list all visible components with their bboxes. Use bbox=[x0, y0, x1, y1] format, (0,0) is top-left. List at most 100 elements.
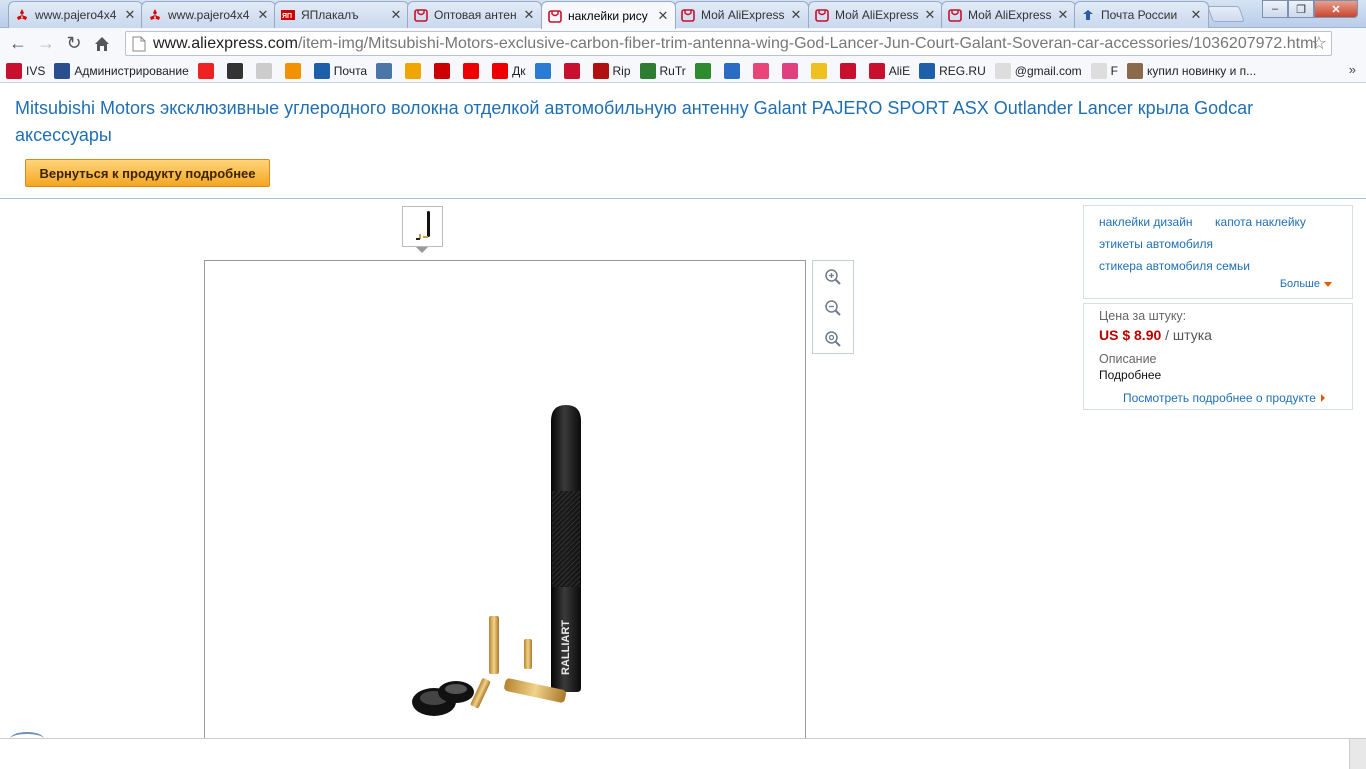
bookmark-item[interactable] bbox=[752, 62, 773, 79]
bookmark-item[interactable] bbox=[197, 62, 218, 79]
new-tab-button[interactable] bbox=[1207, 6, 1245, 22]
bookmark-star-icon[interactable]: ☆ bbox=[1311, 33, 1327, 54]
tab[interactable]: ЯП ЯПлакалъ ✕ bbox=[274, 1, 409, 28]
bookmark-item[interactable] bbox=[434, 62, 454, 79]
bookmark-item[interactable] bbox=[255, 62, 276, 79]
bookmark-item[interactable] bbox=[810, 62, 831, 79]
bookmark-item[interactable] bbox=[534, 62, 555, 79]
reload-icon[interactable]: ↻ bbox=[60, 30, 88, 58]
zoom-reset-icon[interactable] bbox=[813, 323, 853, 354]
view-product-details-link[interactable]: Посмотреть подробнее о продукте bbox=[1123, 391, 1325, 405]
mitsubishi-icon bbox=[148, 8, 162, 22]
bookmark-item[interactable]: Rip bbox=[592, 62, 631, 79]
bookmark-item[interactable] bbox=[694, 62, 715, 79]
tab[interactable]: наклейки рису ✕ bbox=[541, 1, 676, 29]
tab-close-icon[interactable]: ✕ bbox=[924, 7, 936, 23]
bookmark-favicon-icon bbox=[434, 62, 451, 79]
bookmark-item[interactable] bbox=[839, 62, 860, 79]
bookmark-item[interactable] bbox=[405, 62, 425, 79]
bookmark-item[interactable]: Дк bbox=[492, 62, 526, 79]
svg-text:ЯП: ЯП bbox=[282, 13, 292, 20]
restore-button[interactable]: ❐ bbox=[1288, 0, 1314, 18]
bookmark-favicon-icon bbox=[723, 62, 740, 79]
bookmark-label: IVS bbox=[26, 63, 46, 78]
window-controls: – ❐ ✕ bbox=[1262, 0, 1358, 18]
tab-close-icon[interactable]: ✕ bbox=[390, 7, 402, 23]
aliexpress-icon bbox=[548, 9, 562, 23]
tag-link[interactable]: капота наклейку bbox=[1215, 215, 1306, 229]
bookmark-item[interactable] bbox=[781, 62, 802, 79]
tab-close-icon[interactable]: ✕ bbox=[790, 7, 802, 23]
bookmark-item[interactable]: RuTr bbox=[639, 62, 686, 79]
tab-close-icon[interactable]: ✕ bbox=[1057, 7, 1069, 23]
forward-icon[interactable]: → bbox=[32, 30, 60, 58]
bookmark-item[interactable]: купил новинку и п... bbox=[1126, 62, 1256, 79]
minimize-button[interactable]: – bbox=[1262, 0, 1288, 18]
window-close-button[interactable]: ✕ bbox=[1314, 0, 1358, 18]
tab[interactable]: Мой AliExpress ✕ bbox=[941, 1, 1076, 28]
tab[interactable]: Мой AliExpress ✕ bbox=[674, 1, 809, 28]
tab[interactable]: www.pajero4x4 ✕ bbox=[8, 1, 143, 28]
tab[interactable]: www.pajero4x4 ✕ bbox=[141, 1, 276, 28]
tab[interactable]: Оптовая антен ✕ bbox=[407, 1, 542, 28]
tab-close-icon[interactable]: ✕ bbox=[257, 7, 269, 23]
bookmark-favicon-icon bbox=[781, 62, 798, 79]
zoom-out-icon[interactable] bbox=[813, 292, 853, 323]
more-tags-label: Больше bbox=[1279, 278, 1320, 290]
tab-close-icon[interactable]: ✕ bbox=[523, 7, 535, 23]
bookmark-item[interactable]: AliE bbox=[868, 62, 910, 79]
bookmark-label: Почта bbox=[333, 63, 368, 78]
bookmark-item[interactable] bbox=[376, 62, 396, 79]
bookmark-item[interactable] bbox=[463, 62, 483, 79]
home-icon[interactable] bbox=[88, 30, 116, 58]
bookmark-label: Администрирование bbox=[74, 63, 189, 78]
bookmark-item[interactable] bbox=[284, 62, 305, 79]
product-thumbnail[interactable] bbox=[402, 206, 443, 247]
bookmark-favicon-icon bbox=[919, 62, 936, 79]
tag-link[interactable]: стикера автомобиля семьи bbox=[1099, 259, 1250, 273]
horizontal-scrollbar[interactable] bbox=[0, 738, 1366, 769]
scrollbar-corner bbox=[1349, 739, 1366, 769]
bookmark-label: REG.RU bbox=[939, 63, 986, 78]
tab-title: наклейки рису bbox=[568, 8, 648, 23]
bookmark-item[interactable]: IVS bbox=[6, 62, 46, 79]
bookmark-favicon-icon bbox=[694, 62, 711, 79]
aliexpress-icon bbox=[815, 8, 829, 22]
bookmark-label: Rip bbox=[612, 63, 631, 78]
bookmark-item[interactable]: F bbox=[1090, 62, 1118, 79]
bookmark-favicon-icon bbox=[810, 62, 827, 79]
tab-close-icon[interactable]: ✕ bbox=[657, 8, 669, 24]
bookmark-favicon-icon bbox=[868, 62, 885, 79]
bookmark-item[interactable]: Почта bbox=[313, 62, 368, 79]
bookmark-favicon-icon bbox=[284, 62, 301, 79]
url-host: www.aliexpress.com bbox=[153, 34, 298, 52]
address-bar[interactable]: www.aliexpress.com/item-img/Mitsubishi-M… bbox=[125, 31, 1332, 56]
caret-down-icon bbox=[1324, 281, 1332, 287]
more-tags-link[interactable]: Больше bbox=[1280, 278, 1332, 290]
bookmark-favicon-icon bbox=[639, 62, 656, 79]
bookmarks-overflow-icon[interactable]: » bbox=[1349, 62, 1356, 77]
back-to-product-button[interactable]: Вернуться к продукту подробнее bbox=[25, 159, 270, 187]
bookmark-item[interactable] bbox=[226, 62, 247, 79]
tab-title: Почта России bbox=[1101, 8, 1178, 22]
browser-toolbar: ← → ↻ www.aliexpress.com/item-img/Mitsub… bbox=[0, 28, 1366, 76]
bookmark-item[interactable]: REG.RU bbox=[919, 62, 986, 79]
zoom-in-icon[interactable] bbox=[813, 261, 853, 292]
tag-link[interactable]: наклейки дизайн bbox=[1099, 215, 1193, 229]
bookmark-favicon-icon bbox=[313, 62, 330, 79]
bookmark-item[interactable]: Администрирование bbox=[54, 62, 189, 79]
bookmark-favicon-icon bbox=[54, 62, 71, 79]
tab-close-icon[interactable]: ✕ bbox=[1190, 7, 1202, 23]
product-title[interactable]: Mitsubishi Motors эксклюзивные углеродно… bbox=[15, 95, 1345, 149]
tab[interactable]: Мой AliExpress ✕ bbox=[808, 1, 943, 28]
tab-close-icon[interactable]: ✕ bbox=[124, 7, 136, 23]
bookmark-item[interactable] bbox=[723, 62, 744, 79]
product-image-viewer[interactable]: RALLIART bbox=[204, 260, 806, 740]
back-icon[interactable]: ← bbox=[4, 30, 32, 58]
tab[interactable]: Почта России ✕ bbox=[1074, 1, 1209, 28]
bookmark-item[interactable] bbox=[563, 62, 584, 79]
mitsubishi-icon bbox=[15, 8, 29, 22]
tag-link[interactable]: этикеты автомобиля bbox=[1099, 237, 1213, 251]
bookmark-item[interactable]: @gmail.com bbox=[994, 62, 1082, 79]
bookmark-favicon-icon bbox=[226, 62, 243, 79]
